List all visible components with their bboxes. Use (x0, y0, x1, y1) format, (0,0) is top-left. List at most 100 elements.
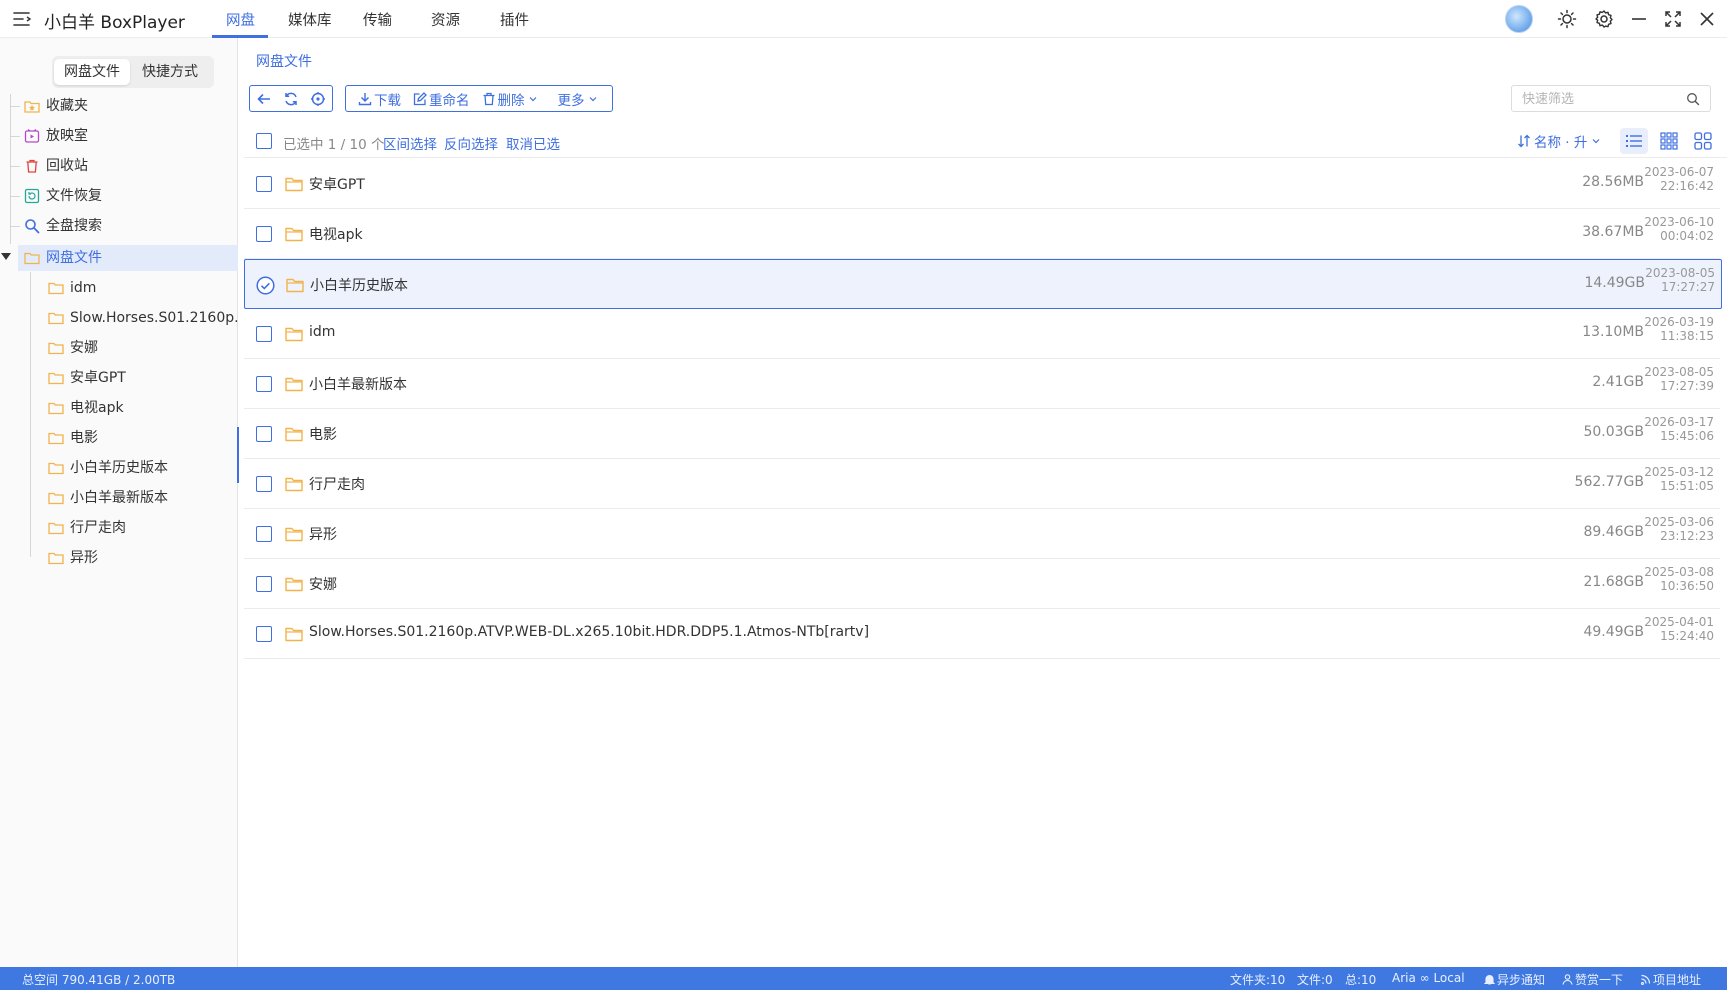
table-row[interactable]: idm 13.10MB 2026-03-19 11:38:15 (244, 309, 1720, 359)
tree-item[interactable]: 安娜 (48, 335, 238, 361)
sidebar-item-global-search[interactable]: 全盘搜索 (24, 213, 224, 239)
refresh-button[interactable] (277, 86, 304, 111)
tree-item[interactable]: 电视apk (48, 395, 238, 421)
project-link[interactable]: 项目地址 (1640, 971, 1701, 988)
tab-plugins[interactable]: 插件 (500, 9, 529, 30)
tab-resources[interactable]: 资源 (431, 9, 460, 30)
rename-button[interactable]: 重命名 (407, 86, 476, 111)
folder-icon (48, 312, 64, 325)
sidebar-item-netdisk-files[interactable]: 网盘文件 (24, 245, 224, 271)
table-row[interactable]: 行尸走肉 562.77GB 2025-03-12 15:51:05 (244, 459, 1720, 509)
locate-button[interactable] (305, 86, 332, 111)
selection-bar: 已选中 1 / 10 个 区间选择 反向选择 取消已选 (244, 124, 1727, 158)
file-count: 文件:0 (1297, 973, 1333, 987)
row-checkbox[interactable] (256, 626, 272, 642)
table-row[interactable]: 异形 89.46GB 2025-03-06 23:12:23 (244, 509, 1720, 559)
download-button[interactable]: 下载 (352, 86, 407, 111)
cancel-select-link[interactable]: 取消已选 (506, 133, 560, 153)
screen-icon (24, 129, 40, 143)
row-checkbox[interactable] (256, 376, 272, 392)
folder-icon (285, 577, 303, 592)
status-bar: 总空间 790.41GB / 2.00TB 文件夹:10 文件:0 总:10 A… (0, 967, 1727, 990)
sort-icon (1518, 134, 1530, 148)
caret-down-icon[interactable] (1, 251, 11, 261)
table-row[interactable]: 小白羊最新版本 2.41GB 2023-08-05 17:27:39 (244, 359, 1720, 409)
folder-icon (24, 252, 40, 265)
tree-item[interactable]: 电影 (48, 425, 238, 451)
minimize-icon[interactable] (1627, 7, 1651, 31)
sidebar-item-favorites[interactable]: 收藏夹 (24, 93, 224, 119)
delete-button[interactable]: 删除 (476, 86, 546, 111)
large-grid-view-button[interactable] (1689, 128, 1717, 154)
table-row[interactable]: 电视apk 38.67MB 2023-06-10 00:04:02 (244, 209, 1720, 259)
nav-button-group (249, 85, 333, 112)
row-checkbox[interactable] (256, 176, 272, 192)
async-notify[interactable]: 异步通知 (1484, 971, 1545, 988)
search-icon[interactable] (1686, 92, 1700, 106)
arrow-left-icon (257, 93, 270, 104)
tab-netdisk[interactable]: 网盘 (226, 9, 255, 30)
tree-item[interactable]: 异形 (48, 545, 238, 571)
row-checkbox[interactable] (256, 526, 272, 542)
folder-icon (286, 278, 304, 293)
file-date: 2026-03-19 11:38:15 (1644, 315, 1714, 343)
more-button[interactable]: 更多 (552, 86, 606, 111)
folder-icon (48, 342, 64, 355)
invert-select-link[interactable]: 反向选择 (444, 133, 498, 153)
tree-item[interactable]: 小白羊历史版本 (48, 455, 238, 481)
recover-icon (24, 188, 40, 204)
sidebar-item-recycle-bin[interactable]: 回收站 (24, 153, 224, 179)
menu-icon[interactable] (12, 9, 34, 29)
table-row[interactable]: 安娜 21.68GB 2025-03-08 10:36:50 (244, 559, 1720, 609)
aria-status[interactable]: Aria ∞ Local (1392, 971, 1465, 985)
sidebar-item-file-recovery[interactable]: 文件恢复 (24, 183, 224, 209)
file-name: 电影 (309, 427, 337, 443)
maximize-icon[interactable] (1661, 7, 1685, 31)
row-checkbox[interactable] (256, 476, 272, 492)
quick-filter-input[interactable] (1522, 89, 1682, 109)
folder-icon (48, 432, 64, 445)
file-date: 2025-04-01 15:24:40 (1644, 615, 1714, 643)
back-button[interactable] (250, 86, 277, 111)
grid-view-button[interactable] (1655, 128, 1683, 154)
tab-media-library[interactable]: 媒体库 (288, 9, 332, 30)
table-row[interactable]: Slow.Horses.S01.2160p.ATVP.WEB-DL.x265.1… (244, 609, 1720, 659)
check-circle-icon[interactable] (256, 276, 275, 295)
row-checkbox[interactable] (256, 426, 272, 442)
table-row[interactable]: 电影 50.03GB 2026-03-17 15:45:06 (244, 409, 1720, 459)
list-view-button[interactable] (1620, 128, 1648, 154)
selection-status: 已选中 1 / 10 个 (283, 137, 385, 153)
trash-icon (483, 92, 494, 105)
table-row-selected[interactable]: 小白羊历史版本 14.49GB 2023-08-05 17:27:27 (244, 259, 1722, 309)
file-name: 安卓GPT (309, 177, 365, 193)
file-size: 562.77GB (1574, 474, 1644, 490)
folder-icon (285, 377, 303, 392)
segment-netdisk-files[interactable]: 网盘文件 (54, 59, 130, 85)
bell-icon (1484, 974, 1495, 985)
gear-icon[interactable] (1592, 7, 1616, 31)
folder-icon (285, 527, 303, 542)
sidebar-item-screening-room[interactable]: 放映室 (24, 123, 224, 149)
close-icon[interactable] (1695, 7, 1719, 31)
theme-sun-icon[interactable] (1555, 7, 1579, 31)
row-checkbox[interactable] (256, 226, 272, 242)
tab-transfer[interactable]: 传输 (363, 9, 392, 30)
table-row[interactable]: 安卓GPT 28.56MB 2023-06-07 22:16:42 (244, 159, 1720, 209)
select-all-checkbox[interactable] (256, 133, 272, 149)
tree-item[interactable]: 行尸走肉 (48, 515, 238, 541)
tree-item[interactable]: Slow.Horses.S01.2160p.ATVP.WEB-DL.x265.1… (48, 305, 238, 331)
donate-link[interactable]: 赞赏一下 (1562, 971, 1623, 988)
row-checkbox[interactable] (256, 576, 272, 592)
sidebar-resize-handle[interactable] (237, 427, 239, 483)
segment-shortcuts[interactable]: 快捷方式 (132, 59, 208, 85)
sort-dropdown[interactable]: 名称 · 升 (1517, 131, 1601, 151)
row-checkbox[interactable] (256, 326, 272, 342)
range-select-link[interactable]: 区间选择 (383, 133, 437, 153)
avatar[interactable] (1505, 5, 1533, 33)
tree-item[interactable]: 小白羊最新版本 (48, 485, 238, 511)
star-folder-icon (24, 101, 40, 113)
tree-item[interactable]: idm (48, 275, 238, 301)
tree-item[interactable]: 安卓GPT (48, 365, 238, 391)
file-size: 2.41GB (1592, 374, 1644, 390)
breadcrumb[interactable]: 网盘文件 (256, 51, 312, 71)
